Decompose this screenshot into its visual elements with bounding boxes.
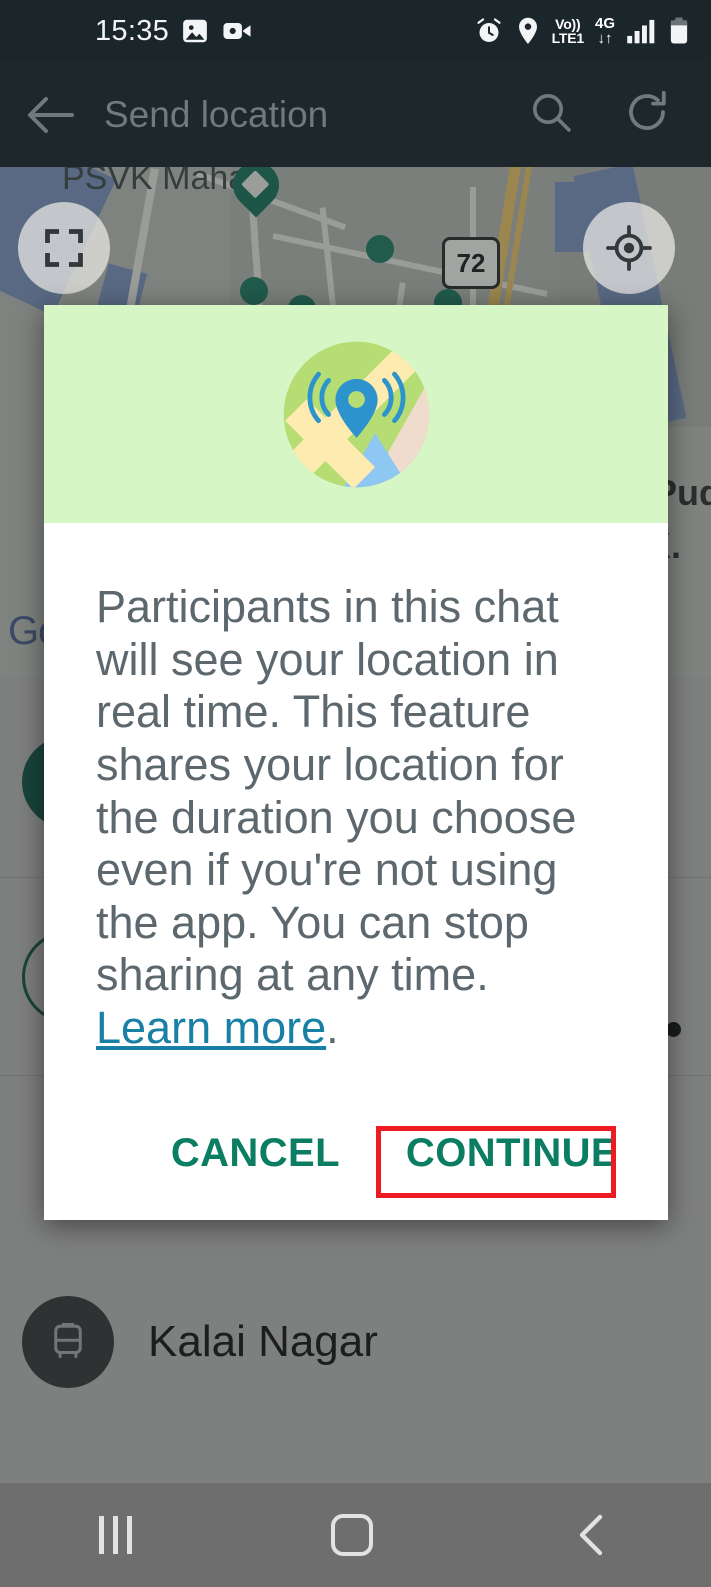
phone-screen: PSVK Mahal .Pud K. 72 Google <box>0 0 711 1587</box>
learn-more-link[interactable]: Learn more <box>96 1002 326 1053</box>
dialog-header <box>44 305 668 523</box>
cancel-button[interactable]: CANCEL <box>147 1113 364 1194</box>
dialog-message-period: . <box>326 1002 339 1054</box>
live-location-map-icon <box>283 341 429 487</box>
dialog-actions: CANCEL CONTINUE <box>44 1113 668 1220</box>
dialog-message: Participants in this chat will see your … <box>96 581 616 1055</box>
live-location-dialog: Participants in this chat will see your … <box>44 305 668 1220</box>
dialog-body: Participants in this chat will see your … <box>44 523 668 1113</box>
dialog-message-text: Participants in this chat will see your … <box>96 581 577 1001</box>
continue-button[interactable]: CONTINUE <box>382 1113 642 1194</box>
